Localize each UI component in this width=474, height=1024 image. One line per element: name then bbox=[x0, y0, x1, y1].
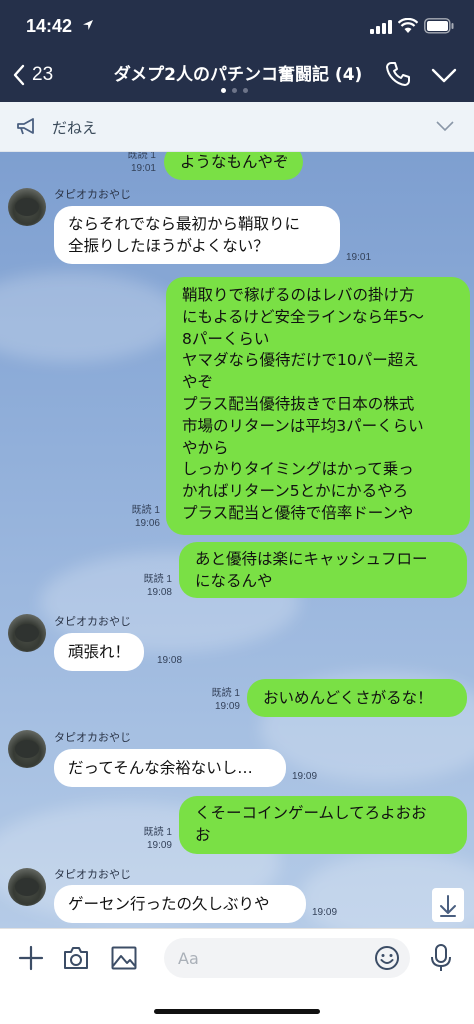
read-receipt: 既読 1 19:06 bbox=[131, 505, 160, 529]
camera-icon[interactable] bbox=[62, 945, 90, 971]
read-receipt: 既読 1 19:01 bbox=[127, 152, 156, 174]
chat-area[interactable]: 既読 1 19:01 ようなもんやぞ タピオカおやじ ならそれでなら最初から鞘取り… bbox=[0, 152, 474, 928]
mic-icon[interactable] bbox=[430, 943, 452, 973]
read-receipt: 既読 1 19:08 bbox=[143, 574, 172, 598]
message-input-bar bbox=[0, 928, 474, 1024]
read-receipt: 既読 1 19:09 bbox=[211, 688, 240, 712]
my-message-bubble[interactable]: 鞘取りで稼げるのはレバの掛け方 にもよるけど安全ラインなら年5〜 8パーくらい … bbox=[166, 277, 470, 535]
battery-icon bbox=[424, 18, 454, 34]
status-time: 14:42 bbox=[26, 16, 73, 36]
emoji-icon[interactable] bbox=[374, 945, 400, 971]
my-message-bubble[interactable]: おいめんどくさがるな！ bbox=[247, 679, 467, 717]
sender-name: タピオカおやじ bbox=[54, 188, 131, 201]
avatar[interactable] bbox=[8, 188, 46, 226]
arrow-down-icon bbox=[440, 895, 456, 917]
announcement-text: だねえ bbox=[52, 119, 98, 137]
avatar[interactable] bbox=[8, 614, 46, 652]
back-button[interactable]: 23 bbox=[10, 60, 53, 90]
chevron-down-icon[interactable] bbox=[436, 120, 454, 132]
their-message-bubble[interactable]: だってそんな余裕ないし… bbox=[54, 749, 286, 787]
status-bar: 14:42 bbox=[0, 0, 474, 50]
image-icon[interactable] bbox=[110, 944, 138, 972]
megaphone-icon bbox=[17, 118, 34, 135]
their-message-bubble[interactable]: ゲーセン行ったの久しぶりや bbox=[54, 885, 306, 923]
phone-icon[interactable] bbox=[384, 60, 412, 88]
message-time: 19:01 bbox=[346, 252, 372, 263]
message-time: 19:09 bbox=[312, 907, 338, 918]
avatar[interactable] bbox=[8, 868, 46, 906]
wifi-icon bbox=[398, 18, 418, 33]
scroll-to-bottom-button[interactable] bbox=[432, 888, 464, 922]
my-message-bubble[interactable]: くそーコインゲームしてろよおお お bbox=[179, 796, 467, 854]
sender-name: タピオカおやじ bbox=[54, 731, 131, 744]
chat-header: 14:42 23 ダメプ2人のパチンコ奮闘記 (4) bbox=[0, 0, 474, 102]
my-message-bubble[interactable]: ようなもんやぞ bbox=[164, 152, 303, 180]
avatar[interactable] bbox=[8, 730, 46, 768]
back-chevron-icon bbox=[13, 64, 25, 86]
sender-name: タピオカおやじ bbox=[54, 868, 131, 881]
signal-icon bbox=[370, 20, 392, 34]
plus-icon[interactable] bbox=[18, 945, 44, 971]
message-time: 19:08 bbox=[157, 655, 183, 666]
read-receipt: 既読 1 19:09 bbox=[143, 827, 172, 851]
page-indicator bbox=[221, 88, 248, 93]
chevron-down-icon[interactable] bbox=[430, 66, 458, 86]
their-message-bubble[interactable]: ならそれでなら最初から鞘取りに 全振りしたほうがよくない？ bbox=[54, 206, 340, 264]
their-message-bubble[interactable]: 頑張れ！ bbox=[54, 633, 145, 671]
chat-title[interactable]: ダメプ2人のパチンコ奮闘記 (4) bbox=[108, 60, 368, 85]
announcement-bar[interactable]: だねえ bbox=[0, 102, 474, 152]
location-arrow-icon bbox=[83, 20, 93, 30]
sender-name: タピオカおやじ bbox=[54, 615, 131, 628]
my-message-bubble[interactable]: あと優待は楽にキャッシュフロー になるんや bbox=[179, 542, 467, 598]
unread-count: 23 bbox=[32, 64, 54, 85]
message-time: 19:09 bbox=[292, 771, 318, 782]
home-indicator bbox=[154, 1009, 320, 1014]
